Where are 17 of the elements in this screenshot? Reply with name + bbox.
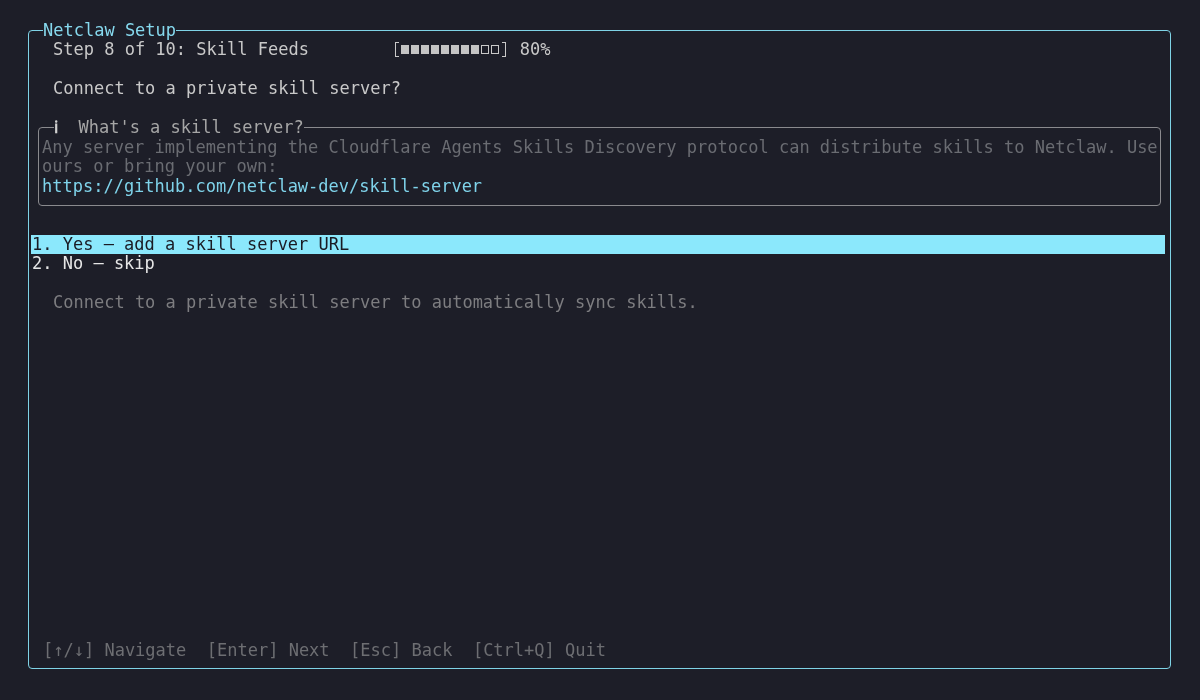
progress-reading: 80% <box>519 40 551 60</box>
bracket-icon <box>501 42 506 58</box>
key-hint: [Enter] Next <box>206 640 330 660</box>
option-item[interactable]: 1. Yes — add a skill server URL <box>31 234 1165 254</box>
key-hint: [Esc] Back <box>350 640 453 660</box>
key-hint: [Ctrl+Q] Quit <box>472 640 606 660</box>
info-text: Any server implementing the Cloudflare Agents Skills Discovery protocol can distribute skills to Netclaw. Use ours or bring your own: <box>42 137 1159 177</box>
info-title: What's a skill server? <box>78 117 304 137</box>
info-icon: ℹ <box>54 117 58 137</box>
question-text: Connect to a private skill server? <box>53 79 401 99</box>
info-link[interactable]: https://github.com/netclaw-dev/skill-server <box>42 176 1160 196</box>
step-label: Step 8 of 10: Skill Feeds <box>53 40 310 60</box>
key-hint: [↑/↓] Navigate <box>43 640 187 660</box>
bracket-icon <box>394 42 399 58</box>
frame-title: Netclaw Setup <box>43 21 177 41</box>
hint-text: Connect to a private skill server to automatically sync skills. <box>53 293 698 313</box>
option-item[interactable]: 2. No — skip <box>31 254 1165 274</box>
